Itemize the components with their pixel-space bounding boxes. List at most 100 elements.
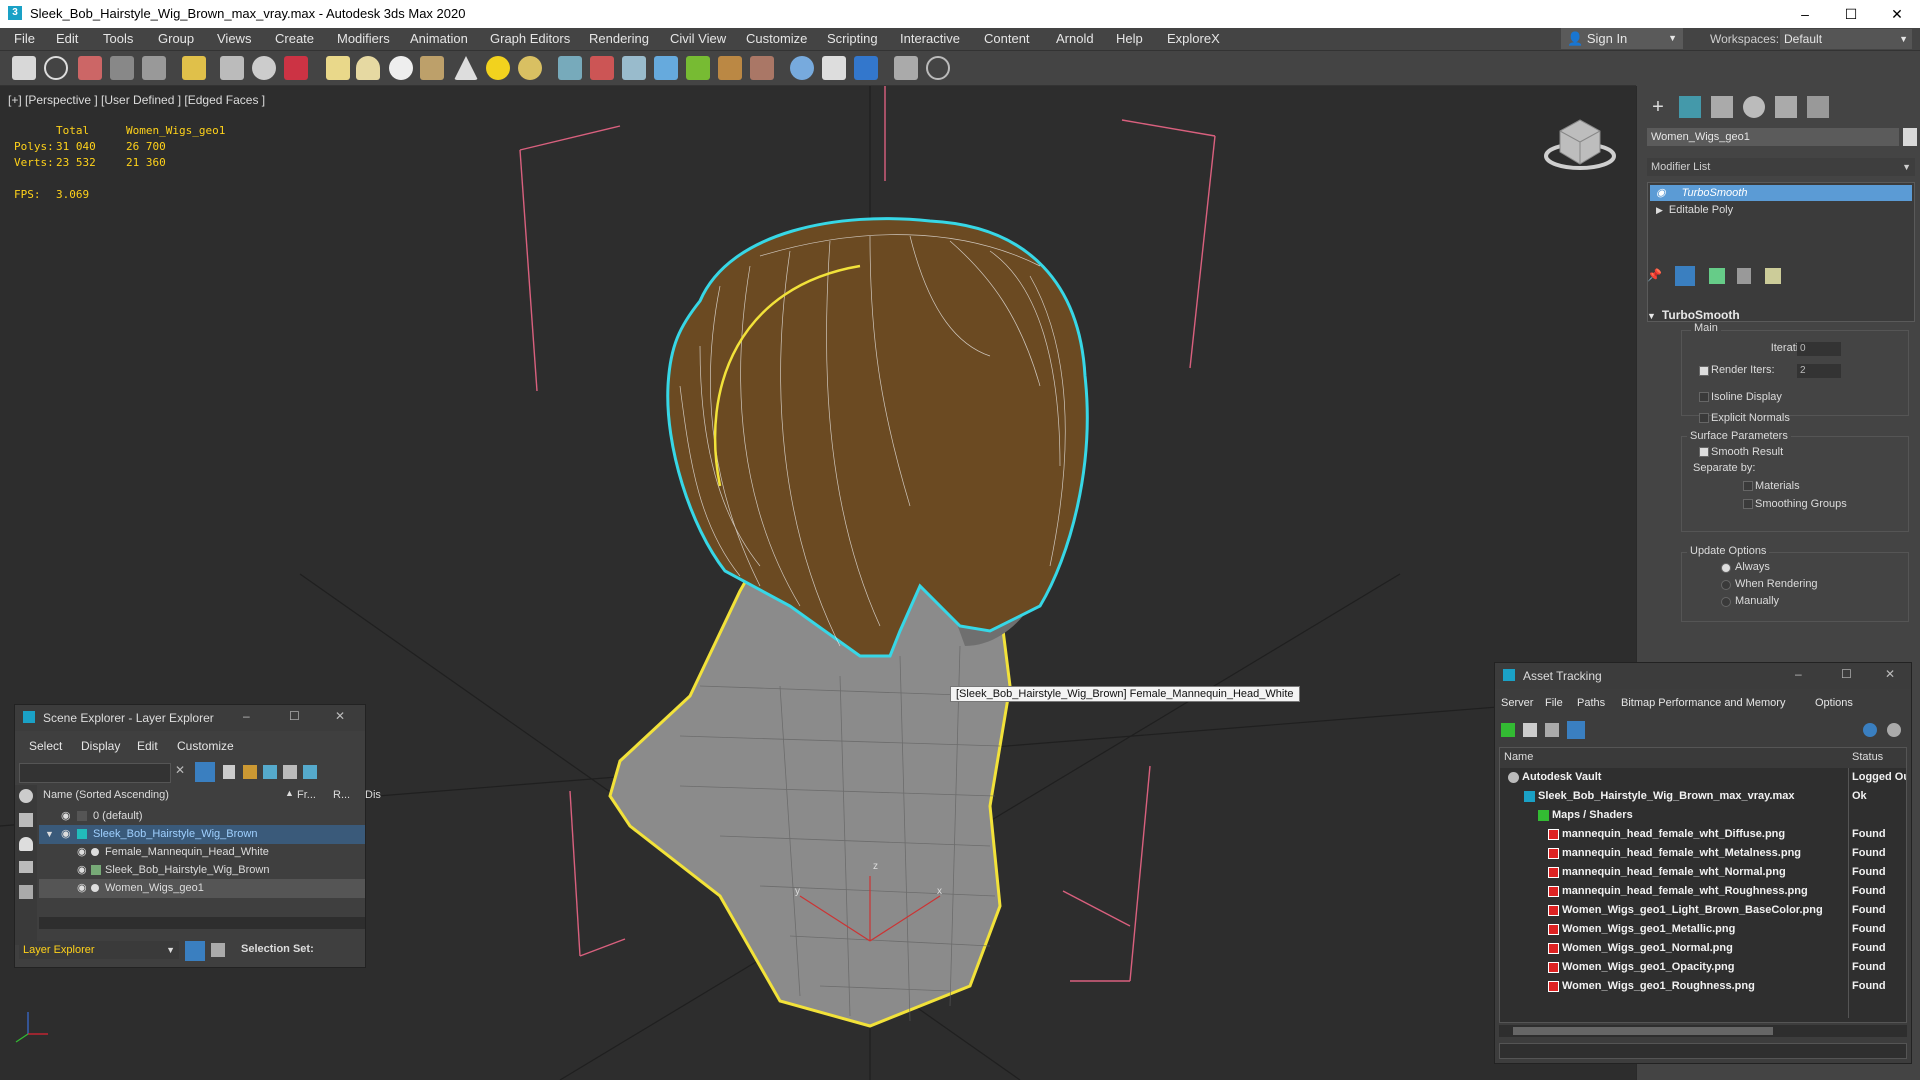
minimize-button[interactable]: – [1795, 667, 1802, 681]
maximize-button[interactable]: ☐ [1828, 0, 1874, 28]
menu-file[interactable]: File [14, 31, 35, 46]
close-button[interactable]: ✕ [1874, 0, 1920, 28]
isoline-display-checkbox[interactable] [1699, 392, 1709, 402]
graph-icon[interactable] [622, 56, 646, 80]
eye-icon[interactable]: ◉ [61, 807, 71, 826]
table-row[interactable]: mannequin_head_female_wht_Metalness.png F… [1500, 844, 1906, 863]
earth-icon[interactable] [790, 56, 814, 80]
viewcube-icon[interactable] [1544, 119, 1616, 170]
refresh-icon[interactable] [1501, 723, 1515, 737]
menu-customize[interactable]: Customize [746, 31, 807, 46]
minimize-button[interactable]: – [243, 709, 250, 723]
path-field[interactable] [1499, 1043, 1907, 1059]
display-cameras-icon[interactable] [19, 861, 33, 873]
smoothing-groups-checkbox[interactable] [1743, 499, 1753, 509]
menu-bitmap-performance[interactable]: Bitmap Performance and Memory [1621, 697, 1785, 709]
menu-create[interactable]: Create [275, 31, 314, 46]
menu-group[interactable]: Group [158, 31, 194, 46]
screen-icon[interactable] [822, 56, 846, 80]
column-name[interactable]: Name (Sorted Ascending) [43, 789, 169, 801]
box-icon[interactable] [326, 56, 350, 80]
menu-views[interactable]: Views [217, 31, 251, 46]
column-renderable[interactable]: R... [333, 789, 350, 801]
menu-customize[interactable]: Customize [177, 739, 234, 753]
sign-in-dropdown[interactable]: 👤 Sign In ▼ [1561, 28, 1683, 49]
mesh-icon[interactable] [558, 56, 582, 80]
list-item[interactable]: ◉ 0 (default) [39, 807, 365, 826]
pin-stack-icon[interactable]: 📌 [1647, 268, 1662, 282]
utilities-tab-icon[interactable] [1807, 96, 1829, 118]
object-color-swatch[interactable] [1903, 128, 1917, 146]
minimize-button[interactable]: – [1782, 0, 1828, 28]
globe-icon[interactable] [518, 56, 542, 80]
help-icon[interactable] [1863, 723, 1877, 737]
settings-icon[interactable] [1887, 723, 1901, 737]
column-display[interactable]: Dis [365, 789, 381, 801]
cone-icon[interactable] [454, 56, 478, 80]
workspaces-select[interactable]: Default ▼ [1780, 29, 1912, 49]
always-radio[interactable] [1721, 563, 1731, 573]
stack-item-editable-poly[interactable]: ▶ Editable Poly [1650, 202, 1912, 218]
smooth-result-checkbox[interactable] [1699, 447, 1709, 457]
light-icon[interactable] [182, 56, 206, 80]
plant-icon[interactable] [686, 56, 710, 80]
menu-tools[interactable]: Tools [103, 31, 133, 46]
motion-tab-icon[interactable] [1743, 96, 1765, 118]
maximize-button[interactable]: ☐ [1841, 667, 1852, 681]
cloud-icon[interactable] [44, 56, 68, 80]
sphere-icon[interactable] [389, 56, 413, 80]
eye-icon[interactable]: ◉ [77, 861, 87, 880]
object-name-field[interactable]: Women_Wigs_geo1 [1647, 128, 1899, 146]
help-icon[interactable] [926, 56, 950, 80]
table-row[interactable]: mannequin_head_female_wht_Roughness.png F… [1500, 882, 1906, 901]
grid-icon[interactable] [142, 56, 166, 80]
hierarchy-icon[interactable] [283, 765, 297, 779]
menu-paths[interactable]: Paths [1577, 697, 1605, 709]
display-geometry-icon[interactable] [19, 813, 33, 827]
menu-select[interactable]: Select [29, 739, 62, 753]
head-icon[interactable] [750, 56, 774, 80]
make-unique-icon[interactable] [1709, 268, 1725, 284]
search-input[interactable] [19, 763, 171, 783]
display-none-icon[interactable] [19, 789, 33, 803]
layer-stack-icon[interactable] [185, 941, 205, 961]
maximize-button[interactable]: ☐ [289, 709, 300, 723]
menu-interactive[interactable]: Interactive [900, 31, 960, 46]
turbosmooth-rollout-header[interactable]: ▼ TurboSmooth [1647, 308, 1740, 322]
eye-icon[interactable]: ◉ [77, 879, 87, 898]
table-row[interactable]: mannequin_head_female_wht_Diffuse.png Fou… [1500, 825, 1906, 844]
render-iters-spinner[interactable]: 2 [1797, 364, 1841, 378]
remove-modifier-icon[interactable] [1737, 268, 1751, 284]
explorer-dropdown[interactable]: Layer Explorer ▼ [19, 941, 179, 959]
sun-icon[interactable] [486, 56, 510, 80]
hair-icon[interactable] [718, 56, 742, 80]
menu-rendering[interactable]: Rendering [589, 31, 649, 46]
menu-content[interactable]: Content [984, 31, 1030, 46]
clear-search-icon[interactable]: ✕ [175, 763, 185, 777]
menu-explorex[interactable]: ExploreX [1167, 31, 1220, 46]
layer-icon[interactable] [110, 56, 134, 80]
menu-arnold[interactable]: Arnold [1056, 31, 1094, 46]
menu-animation[interactable]: Animation [410, 31, 468, 46]
column-name[interactable]: Name [1504, 751, 1533, 763]
list-item[interactable]: ◉ Sleek_Bob_Hairstyle_Wig_Brown [39, 861, 365, 880]
list-item[interactable]: ◉ Women_Wigs_geo1 [39, 879, 365, 898]
expand-triangle-icon[interactable]: ▶ [1656, 205, 1663, 215]
hierarchy-tab-icon[interactable] [1711, 96, 1733, 118]
display-tab-icon[interactable] [1775, 96, 1797, 118]
orbit-icon[interactable] [252, 56, 276, 80]
horizontal-scrollbar[interactable] [39, 917, 365, 929]
column-frozen[interactable]: Fr... [297, 789, 316, 801]
list-view-icon[interactable] [1523, 723, 1537, 737]
explicit-normals-checkbox[interactable] [1699, 413, 1709, 423]
modify-tab-icon[interactable] [1679, 96, 1701, 118]
display-helpers-icon[interactable] [19, 885, 33, 899]
add-to-layer-icon[interactable] [263, 765, 277, 779]
table-row[interactable]: Autodesk Vault Logged Ou [1500, 768, 1906, 787]
menu-display[interactable]: Display [81, 739, 120, 753]
save-icon[interactable] [894, 56, 918, 80]
render-frame-icon[interactable] [78, 56, 102, 80]
particles-icon[interactable] [284, 56, 308, 80]
menu-options[interactable]: Options [1815, 697, 1853, 709]
filter-icon[interactable] [195, 762, 215, 782]
